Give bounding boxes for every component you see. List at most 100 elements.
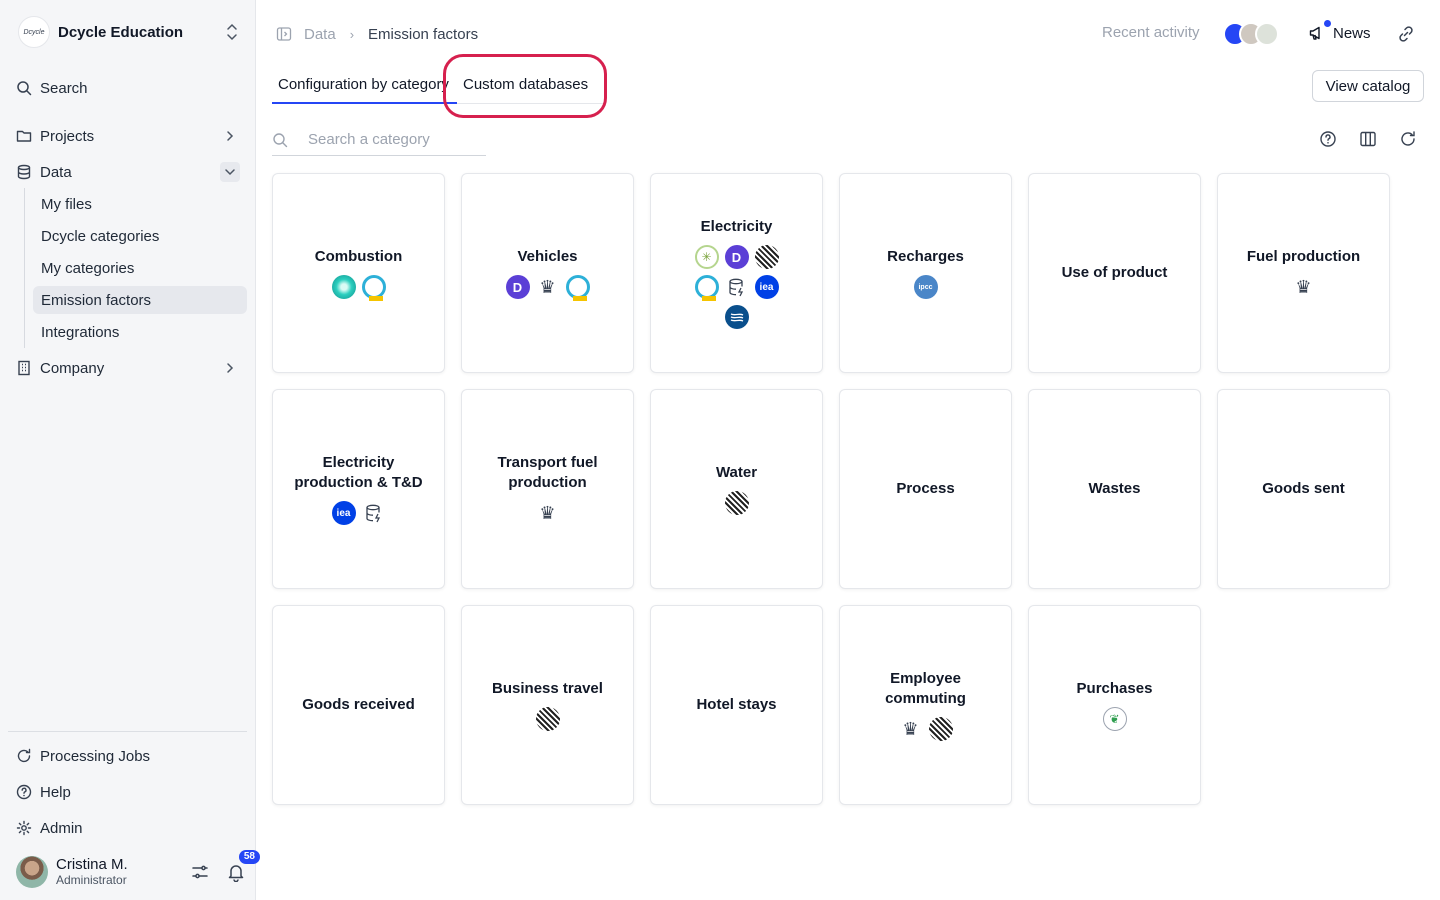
breadcrumb-parent[interactable]: Data	[304, 26, 336, 43]
crest-database-icon: ♛	[1291, 275, 1316, 299]
sidebar-subitem-integrations[interactable]: Integrations	[33, 318, 247, 346]
sidebar-subitem-my-files[interactable]: My files	[33, 190, 247, 218]
category-card[interactable]: Purchases ❦	[1028, 605, 1201, 805]
category-card[interactable]: Goods sent	[1217, 389, 1390, 589]
category-card[interactable]: Water	[650, 389, 823, 589]
iea-database-icon: iea	[331, 501, 356, 525]
database-logos: iea	[331, 501, 386, 525]
refresh-icon	[17, 748, 31, 763]
bell-icon	[228, 865, 244, 883]
category-title: Process	[896, 480, 955, 497]
ring-database-icon	[361, 275, 386, 301]
db-database-icon	[361, 501, 386, 525]
category-card[interactable]: Employee commuting ♛	[839, 605, 1012, 805]
chevron-down-icon[interactable]	[220, 162, 240, 182]
sidebar-item-label: Admin	[40, 819, 83, 837]
iea-database-icon: iea	[754, 275, 779, 299]
search-icon	[273, 132, 288, 147]
crest-database-icon: ♛	[535, 275, 560, 299]
category-card[interactable]: Business travel	[461, 605, 634, 805]
green-database-icon: ✳	[694, 245, 719, 269]
category-card[interactable]: Electricity production & T&D iea	[272, 389, 445, 589]
user-profile[interactable]: Cristina M. Administrator 58	[16, 850, 260, 889]
purple-database-icon	[505, 275, 530, 299]
search-input[interactable]	[308, 131, 478, 148]
db-database-icon	[724, 275, 749, 299]
sidebar-subitem-dcycle-categories[interactable]: Dcycle categories	[33, 222, 247, 250]
category-title: Employee commuting	[885, 670, 966, 707]
sidebar-item-help[interactable]: Help	[16, 778, 240, 806]
sidebar-subitem-my-categories[interactable]: My categories	[33, 254, 247, 282]
refresh-icon[interactable]	[1399, 130, 1417, 148]
collaborator-avatars[interactable]	[1223, 22, 1279, 46]
sidebar-item-label: Data	[40, 163, 72, 181]
category-title: Use of product	[1061, 264, 1168, 281]
news-label: News	[1333, 24, 1371, 42]
view-catalog-button[interactable]: View catalog	[1312, 70, 1424, 102]
category-card[interactable]: Goods received	[272, 605, 445, 805]
stripe-database-icon	[724, 491, 749, 515]
stripe-database-icon	[754, 245, 779, 269]
news-button[interactable]: News	[1308, 20, 1371, 42]
help-circle-icon	[16, 784, 32, 800]
org-logo: Dcycle	[18, 16, 50, 48]
chevron-right-icon[interactable]	[220, 126, 240, 146]
search-icon	[17, 81, 32, 96]
category-title: Vehicles	[517, 248, 578, 265]
category-card[interactable]: Electricity ✳ iea	[650, 173, 823, 373]
category-card[interactable]: Combustion	[272, 173, 445, 373]
sidebar-item-company[interactable]: Company	[16, 354, 240, 382]
sliders-icon[interactable]	[190, 862, 210, 882]
category-card[interactable]: Transport fuel production ♛	[461, 389, 634, 589]
category-title: Recharges	[887, 248, 964, 265]
category-title: Water	[715, 464, 758, 481]
category-card[interactable]: Process	[839, 389, 1012, 589]
help-circle-icon[interactable]	[1319, 130, 1337, 148]
chevron-right-icon[interactable]	[220, 358, 240, 378]
sidebar-item-label: Projects	[40, 127, 95, 145]
megaphone-icon	[1309, 26, 1320, 40]
category-search[interactable]	[272, 124, 486, 156]
gear-icon	[16, 820, 32, 836]
database-logos: ♛	[1291, 275, 1316, 299]
category-card[interactable]: Wastes	[1028, 389, 1201, 589]
ipcc-database-icon: ipcc	[913, 275, 938, 299]
stripe-database-icon	[535, 707, 560, 731]
folder-icon	[16, 130, 32, 142]
avatar	[16, 856, 48, 888]
database-logos	[331, 275, 386, 301]
link-icon[interactable]	[1397, 25, 1415, 43]
category-card[interactable]: Hotel stays	[650, 605, 823, 805]
sidebar-item-processing-jobs[interactable]: Processing Jobs	[16, 742, 240, 770]
database-logos: ❦	[1102, 707, 1127, 731]
dark-database-icon	[724, 305, 749, 329]
sidebar-toggle-icon[interactable]	[276, 26, 292, 42]
ring-database-icon	[565, 275, 590, 301]
category-title: Business travel	[492, 680, 603, 697]
sidebar-item-projects[interactable]: Projects	[16, 122, 240, 150]
sidebar-item-label: Processing Jobs	[40, 747, 151, 765]
crest-database-icon: ♛	[898, 717, 923, 741]
category-card[interactable]: Recharges ipcc	[839, 173, 1012, 373]
org-switcher[interactable]: Dcycle Dcycle Education	[18, 16, 240, 48]
category-title: Goods received	[302, 696, 415, 713]
purple-database-icon	[724, 245, 749, 269]
teal-database-icon	[331, 275, 356, 299]
category-card[interactable]: Use of product	[1028, 173, 1201, 373]
recent-activity-link[interactable]: Recent activity	[1102, 24, 1200, 41]
sidebar-item-admin[interactable]: Admin	[16, 814, 240, 842]
tab-highlight-annotation	[443, 54, 607, 118]
database-logos: ♛	[535, 501, 560, 525]
sidebar-item-data[interactable]: Data	[16, 158, 240, 186]
category-card[interactable]: Vehicles ♛	[461, 173, 634, 373]
sidebar-subitem-emission-factors[interactable]: Emission factors	[33, 286, 247, 314]
database-logos	[724, 491, 749, 515]
stripe-database-icon	[928, 717, 953, 741]
news-indicator	[1324, 20, 1331, 27]
tab-configuration-by-category[interactable]: Configuration by category	[272, 76, 457, 104]
notifications-button[interactable]: 58	[226, 850, 260, 883]
sidebar-item-search[interactable]: Search	[16, 74, 240, 102]
category-card[interactable]: Fuel production ♛	[1217, 173, 1390, 373]
columns-icon[interactable]	[1359, 130, 1377, 148]
crest-database-icon: ♛	[535, 501, 560, 525]
